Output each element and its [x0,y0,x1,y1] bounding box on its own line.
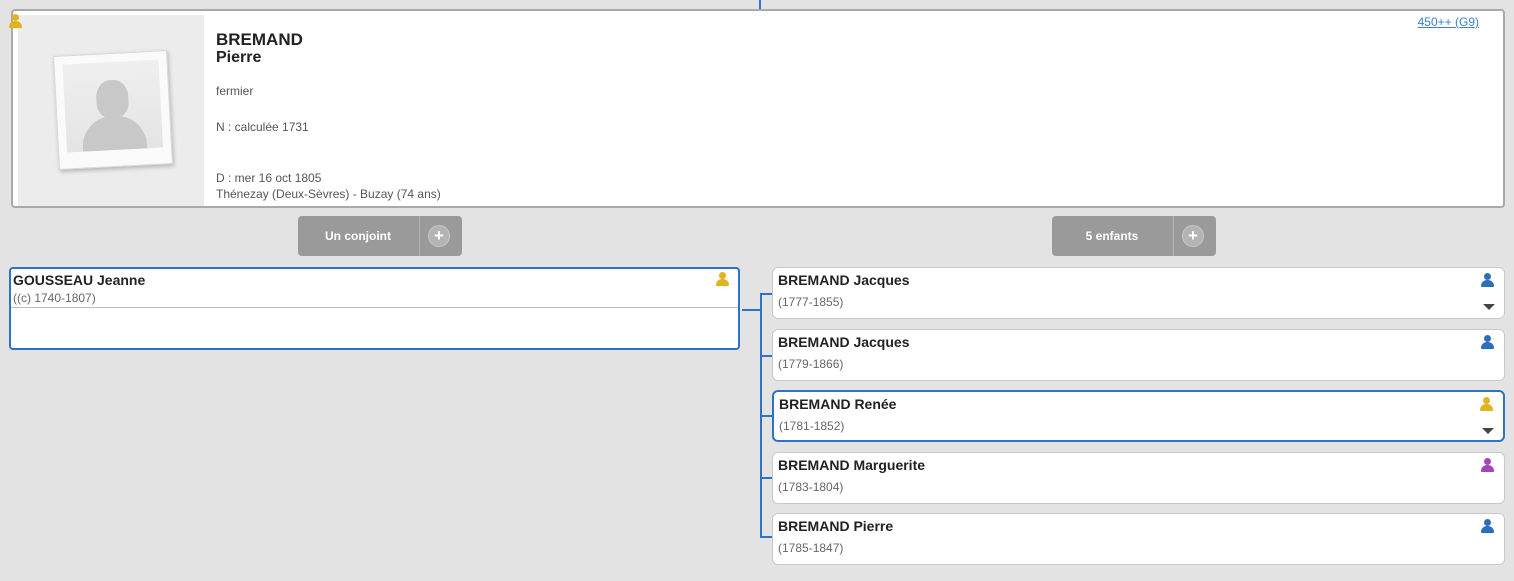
child-name: BREMAND Jacques [778,272,910,288]
child-card-selected[interactable]: BREMAND Renée (1781-1852) [772,390,1505,442]
child-card[interactable]: BREMAND Marguerite (1783-1804) [772,452,1505,504]
child-card[interactable]: BREMAND Jacques (1779-1866) [772,329,1505,381]
tree-connector-branch [760,355,772,357]
child-name: BREMAND Marguerite [778,457,926,473]
photo-frame [18,15,204,206]
spouse-card[interactable]: GOUSSEAU Jeanne ((c) 1740-1807) [9,267,740,350]
person-icon [1480,458,1494,472]
tree-connector-branch [760,415,772,417]
main-person-birth: N : calculée 1731 [216,120,309,134]
main-person-firstname: Pierre [216,49,262,66]
tree-connector-top [759,0,761,9]
spouse-dates: ((c) 1740-1807) [13,291,96,305]
person-icon [1479,397,1493,411]
children-button-label: 5 enfants [1085,229,1139,243]
child-name: BREMAND Jacques [778,334,910,350]
add-child-plus-icon[interactable]: + [1182,225,1204,247]
photo-placeholder[interactable] [53,50,173,170]
chevron-down-icon[interactable] [1483,304,1495,310]
person-icon [715,272,729,286]
child-name: BREMAND Renée [779,396,897,412]
tree-connector-branch [760,293,772,295]
main-person-card[interactable]: BREMAND Pierre fermier N : calculée 1731… [8,9,1505,208]
person-icon [1480,273,1494,287]
avatar-silhouette-icon [62,59,164,153]
child-dates: (1781-1852) [779,419,845,433]
tree-connector-branch [760,536,772,538]
child-card[interactable]: BREMAND Pierre (1785-1847) [772,513,1505,565]
spouse-card-divider [11,307,738,308]
main-person-surname: BREMAND [216,30,303,49]
main-person-profession: fermier [216,84,254,98]
person-icon [1480,335,1494,349]
child-dates: (1777-1855) [778,295,844,309]
spouse-button-label: Un conjoint [325,229,391,243]
button-separator [1173,216,1174,256]
sosa-number-link[interactable]: 450++ (G9) [1418,15,1479,29]
main-person-death: D : mer 16 oct 1805 [216,171,322,185]
spouse-name: GOUSSEAU Jeanne [13,272,146,288]
chevron-down-icon[interactable] [1482,428,1494,434]
children-button[interactable]: 5 enfants + [1052,216,1216,256]
child-dates: (1785-1847) [778,541,844,555]
spouse-button[interactable]: Un conjoint + [298,216,462,256]
tree-connector-spouse [742,309,760,311]
child-card[interactable]: BREMAND Jacques (1777-1855) [772,267,1505,319]
person-icon [8,14,22,28]
person-icon [1480,519,1494,533]
tree-connector-branch [760,477,772,479]
button-separator [419,216,420,256]
child-dates: (1779-1866) [778,357,844,371]
child-name: BREMAND Pierre [778,518,894,534]
main-person-place: Thénezay (Deux-Sèvres) - Buzay (74 ans) [216,187,441,201]
add-spouse-plus-icon[interactable]: + [428,225,450,247]
child-dates: (1783-1804) [778,480,844,494]
